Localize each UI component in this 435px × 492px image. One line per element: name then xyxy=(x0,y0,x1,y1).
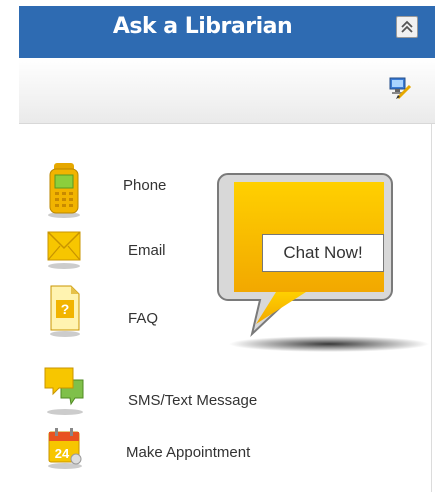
calendar-icon[interactable]: 24 xyxy=(45,426,85,470)
collapse-button[interactable] xyxy=(396,16,418,38)
contact-option-phone[interactable]: Phone xyxy=(123,177,166,194)
contact-option-faq[interactable]: FAQ xyxy=(128,310,158,327)
widget-title: Ask a Librarian xyxy=(112,14,293,39)
computer-edit-icon[interactable] xyxy=(388,76,412,100)
chat-bubbles-icon[interactable] xyxy=(43,364,87,416)
faq-document-icon[interactable]: ? xyxy=(48,284,82,338)
widget-toolbar xyxy=(19,58,435,124)
contact-option-email[interactable]: Email xyxy=(128,242,166,259)
contact-option-appointment[interactable]: Make Appointment xyxy=(126,444,250,461)
calendar-icon-day: 24 xyxy=(55,446,70,461)
widget-header: Ask a Librarian xyxy=(19,6,435,58)
contact-option-sms[interactable]: SMS/Text Message xyxy=(128,392,257,409)
chat-now-widget[interactable]: Chat Now! xyxy=(214,166,434,356)
envelope-icon[interactable] xyxy=(46,226,82,270)
chevron-up-icon xyxy=(401,20,413,33)
faq-icon-mark: ? xyxy=(61,301,70,317)
ask-a-librarian-widget: Ask a Librarian Phone Email ? FAQ SMS/Te… xyxy=(19,6,435,492)
chat-now-button[interactable]: Chat Now! xyxy=(262,234,384,272)
phone-icon[interactable] xyxy=(46,161,82,219)
